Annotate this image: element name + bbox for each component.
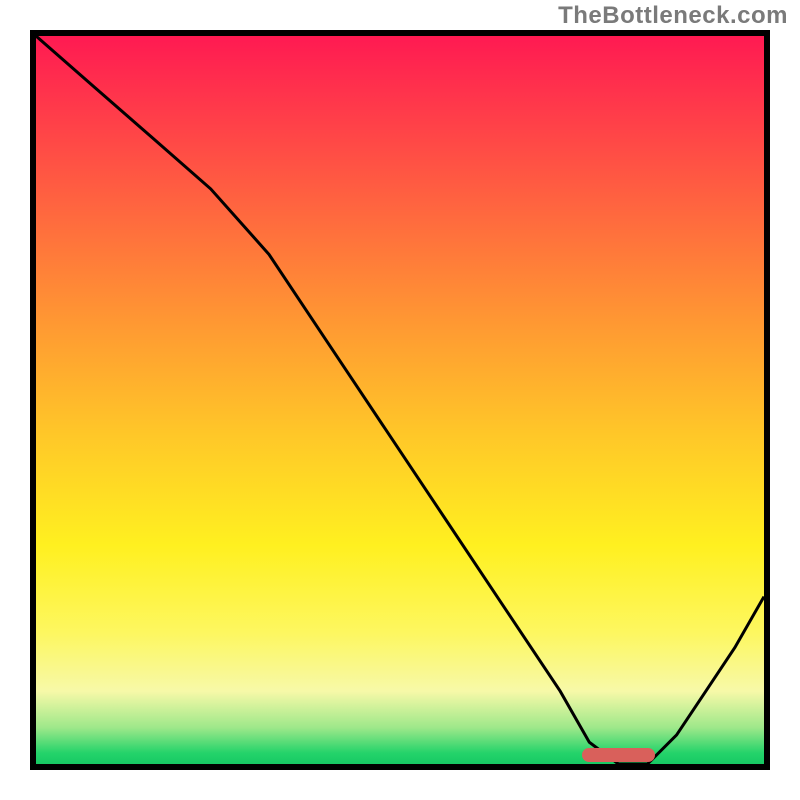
optimal-range-marker [582,748,655,762]
watermark-text: TheBottleneck.com [558,2,788,30]
plot-frame [30,30,770,770]
gradient-background [36,36,764,764]
chart-container: TheBottleneck.com [0,0,800,800]
